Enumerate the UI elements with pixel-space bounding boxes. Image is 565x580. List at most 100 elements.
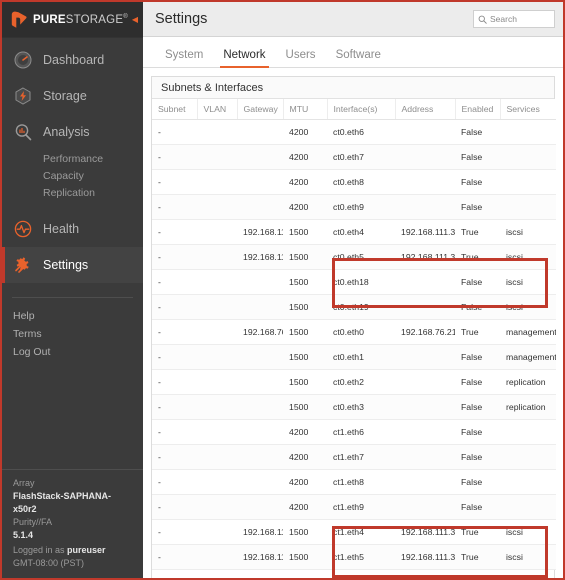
- sidebar-item-health[interactable]: Health: [2, 211, 143, 247]
- column-header-interfaces[interactable]: Interface(s): [327, 99, 396, 120]
- cell-address: [395, 444, 455, 470]
- table-row[interactable]: - 4200 ct1.eth7 False: [152, 444, 556, 470]
- sidebar-subitem-label: Capacity: [43, 169, 84, 182]
- sidebar-item-storage[interactable]: Storage: [2, 78, 143, 114]
- cell-gateway: [237, 169, 283, 195]
- cell-interfaces: ct1.eth8: [327, 469, 395, 495]
- table-row[interactable]: - 1500 ct0.eth19 False iscsi: [152, 294, 556, 320]
- cell-mtu: 4200: [283, 144, 327, 170]
- cell-interfaces: ct0.eth19: [327, 294, 395, 320]
- cell-subnet: -: [152, 544, 197, 570]
- cell-vlan: [197, 344, 237, 370]
- cell-services: iscsi: [500, 294, 556, 320]
- sidebar-item-terms[interactable]: Terms: [2, 325, 143, 343]
- table-row[interactable]: - 192.168.111.11500ct1.eth4192.168.111.34…: [152, 519, 556, 545]
- search-icon: [478, 15, 487, 24]
- cell-subnet: -: [152, 519, 197, 545]
- cell-interfaces: ct0.eth5: [327, 244, 395, 270]
- column-header-mtu[interactable]: MTU: [283, 99, 328, 120]
- cell-enabled: False: [455, 369, 500, 395]
- table-row[interactable]: - 4200 ct1.eth9 False: [152, 494, 556, 520]
- sidebar-item-settings[interactable]: Settings: [2, 247, 143, 283]
- search-box[interactable]: [473, 10, 555, 28]
- cell-mtu: 1500: [283, 244, 327, 270]
- column-header-address[interactable]: Address: [395, 99, 456, 120]
- logged-in-user: pureuser: [67, 545, 106, 555]
- table-row[interactable]: - 1500 ct0.eth3 False replication: [152, 394, 556, 420]
- cell-interfaces: ct0.eth9: [327, 194, 395, 220]
- sidebar-subitem-replication[interactable]: Replication: [2, 184, 143, 201]
- cell-services: [500, 194, 556, 220]
- table-row[interactable]: - 4200 ct0.eth9 False: [152, 194, 556, 220]
- brand-name-light: STORAGE: [65, 13, 124, 26]
- column-header-services[interactable]: Services: [500, 99, 556, 120]
- sidebar-item-dashboard[interactable]: Dashboard: [2, 42, 143, 78]
- cell-services: iscsi: [500, 219, 556, 245]
- sidebar-item-analysis[interactable]: Analysis: [2, 114, 143, 150]
- cell-mtu: 4200: [283, 169, 327, 195]
- cell-subnet: -: [152, 194, 197, 220]
- table-row[interactable]: - 192.168.111.11500ct0.eth4192.168.111.33…: [152, 219, 556, 245]
- sidebar-subitem-capacity[interactable]: Capacity: [2, 167, 143, 184]
- cell-address: [395, 344, 455, 370]
- top-bar: Settings: [143, 2, 563, 37]
- tab-users[interactable]: Users: [276, 49, 326, 67]
- table-row[interactable]: - 1500 ct0.eth1 False management: [152, 344, 556, 370]
- tab-label: Users: [285, 49, 316, 61]
- sidebar-item-label: Analysis: [43, 125, 90, 139]
- column-header-enabled[interactable]: Enabled: [455, 99, 501, 120]
- cell-address: [395, 494, 455, 520]
- cell-gateway: [237, 444, 283, 470]
- table-row[interactable]: - 4200 ct0.eth8 False: [152, 169, 556, 195]
- table-row[interactable]: - 1500 ct0.eth18 False iscsi: [152, 269, 556, 295]
- cell-gateway: [237, 294, 283, 320]
- cell-services: [500, 119, 556, 145]
- cell-vlan: [197, 294, 237, 320]
- cell-services: management: [500, 319, 556, 345]
- column-header-subnet[interactable]: Subnet: [152, 99, 198, 120]
- cell-subnet: -: [152, 144, 197, 170]
- cell-address: [395, 119, 455, 145]
- cell-interfaces: ct0.eth2: [327, 369, 395, 395]
- table-row[interactable]: - 192.168.76.11500ct0.eth0192.168.76.21Tr…: [152, 319, 556, 345]
- cell-interfaces: ct0.eth18: [327, 269, 395, 295]
- column-header-vlan[interactable]: VLAN: [197, 99, 238, 120]
- table-body: -4200 ct0.eth6 False -4200 ct0.eth7 False -420…: [152, 119, 556, 570]
- cell-gateway: [237, 119, 283, 145]
- tab-software[interactable]: Software: [326, 49, 391, 67]
- table-row[interactable]: - 1500 ct0.eth2 False replication: [152, 369, 556, 395]
- table-row[interactable]: - 4200 ct1.eth8 False: [152, 469, 556, 495]
- chevron-left-icon[interactable]: ◀: [132, 15, 138, 24]
- subnets-interfaces-panel: Subnets & Interfaces Subnet VLAN Gateway…: [151, 76, 556, 578]
- cell-mtu: 1500: [283, 344, 327, 370]
- cell-interfaces: ct1.eth5: [327, 544, 395, 570]
- cell-address: [395, 469, 455, 495]
- cell-enabled: False: [455, 394, 500, 420]
- array-name: FlashStack-SAPHANA-x50r2: [13, 491, 112, 514]
- sidebar-subitem-performance[interactable]: Performance: [2, 150, 143, 167]
- dashboard-gauge-icon: [14, 51, 32, 69]
- tab-system[interactable]: System: [155, 49, 213, 67]
- sidebar: PURESTORAGE® ◀ Dashboard Storage Analysi…: [2, 2, 143, 578]
- cell-enabled: False: [455, 269, 500, 295]
- cell-subnet: -: [152, 444, 197, 470]
- cell-enabled: False: [455, 419, 500, 445]
- cell-address: [395, 294, 455, 320]
- table-header: Subnet VLAN Gateway MTU Interface(s) Add…: [152, 99, 556, 120]
- sidebar-item-label: Settings: [43, 258, 89, 272]
- cell-vlan: [197, 169, 237, 195]
- brand-logo-bar[interactable]: PURESTORAGE® ◀: [2, 2, 143, 38]
- sidebar-item-help[interactable]: Help: [2, 307, 143, 325]
- table-row[interactable]: - 192.168.111.11500ct0.eth5192.168.111.35…: [152, 244, 556, 270]
- table-row[interactable]: - 192.168.111.11500ct1.eth5192.168.111.36…: [152, 544, 556, 570]
- main-area: Settings System Network Users Software S…: [143, 2, 563, 578]
- table-row[interactable]: - 4200 ct0.eth7 False: [152, 144, 556, 170]
- cell-vlan: [197, 419, 237, 445]
- cell-services: iscsi: [500, 269, 556, 295]
- column-header-gateway[interactable]: Gateway: [237, 99, 284, 120]
- sidebar-item-log-out[interactable]: Log Out: [2, 343, 143, 361]
- search-input[interactable]: [490, 14, 550, 24]
- table-row[interactable]: - 4200 ct1.eth6 False: [152, 419, 556, 445]
- tab-network[interactable]: Network: [213, 49, 275, 68]
- table-row[interactable]: - 4200 ct0.eth6 False: [152, 119, 556, 145]
